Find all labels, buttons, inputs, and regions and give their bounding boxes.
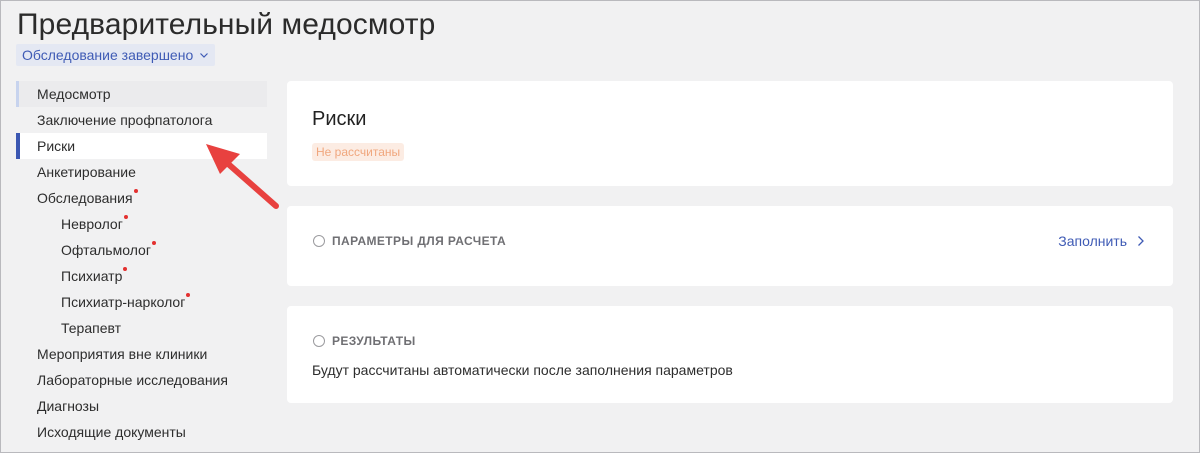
fill-link-label: Заполнить (1058, 233, 1127, 249)
fill-params-link[interactable]: Заполнить (1058, 233, 1145, 249)
sidebar-item-diagnoses[interactable]: Диагнозы (16, 393, 267, 419)
params-heading-row: ПАРАМЕТРЫ ДЛЯ РАСЧЕТА (313, 234, 506, 248)
alert-dot (186, 293, 191, 297)
status-circle-icon (313, 235, 325, 247)
sidebar-item-outgoing-docs[interactable]: Исходящие документы (16, 419, 267, 445)
alert-dot (151, 241, 156, 245)
status-circle-icon (313, 335, 325, 347)
sidebar-item-label: Психиатр-нарколог (61, 294, 186, 310)
status-badge: Не рассчитаны (312, 143, 405, 161)
sidebar-item-label: Лабораторные исследования (37, 372, 228, 388)
sidebar-item-label: Обследования (37, 190, 133, 206)
annotation-arrow-icon (206, 144, 279, 209)
sidebar-item-label: Офтальмолог (61, 242, 151, 258)
chevron-right-icon (1138, 236, 1144, 246)
alert-dot (133, 189, 138, 193)
sidebar-item-label: Риски (37, 138, 76, 154)
results-heading: РЕЗУЛЬТАТЫ (332, 334, 416, 348)
sidebar-nav: Медосмотр Заключение профпатолога Риски … (16, 81, 267, 445)
risks-card: Риски Не рассчитаны (287, 81, 1173, 186)
sidebar-item-ophthalmologist[interactable]: Офтальмолог (16, 237, 267, 263)
status-label: Обследование завершено (22, 47, 194, 63)
sidebar-item-label: Мероприятия вне клиники (37, 346, 208, 362)
alert-dot (123, 215, 128, 219)
sidebar-item-medosmotr[interactable]: Медосмотр (16, 81, 267, 107)
sidebar-item-therapist[interactable]: Терапевт (16, 315, 267, 341)
sidebar-item-label: Невролог (61, 216, 123, 232)
sidebar-item-label: Заключение профпатолога (37, 112, 213, 128)
sidebar-item-label: Медосмотр (37, 86, 111, 102)
chevron-down-icon (200, 53, 209, 58)
sidebar-item-label: Исходящие документы (37, 424, 186, 440)
status-dropdown[interactable]: Обследование завершено (16, 44, 216, 66)
sidebar-item-label: Терапевт (61, 320, 122, 336)
page-title: Предварительный медосмотр (17, 8, 436, 41)
sidebar-item-label: Анкетирование (37, 164, 136, 180)
sidebar-item-lab-tests[interactable]: Лабораторные исследования (16, 367, 267, 393)
sidebar-item-conclusion[interactable]: Заключение профпатолога (16, 107, 267, 133)
sidebar-item-label: Психиатр (61, 268, 123, 284)
sidebar-item-label: Диагнозы (37, 398, 100, 414)
sidebar-item-narcologist[interactable]: Психиатр-нарколог (16, 289, 267, 315)
params-card: ПАРАМЕТРЫ ДЛЯ РАСЧЕТА Заполнить (287, 206, 1173, 286)
sidebar-item-psychiatrist[interactable]: Психиатр (16, 263, 267, 289)
results-description: Будут рассчитаны автоматически после зап… (312, 362, 733, 378)
alert-dot (123, 267, 128, 271)
results-heading-row: РЕЗУЛЬТАТЫ (313, 334, 416, 348)
risks-title: Риски (312, 108, 367, 130)
params-heading: ПАРАМЕТРЫ ДЛЯ РАСЧЕТА (332, 234, 507, 248)
sidebar-item-offsite-events[interactable]: Мероприятия вне клиники (16, 341, 267, 367)
results-card: РЕЗУЛЬТАТЫ Будут рассчитаны автоматическ… (287, 306, 1173, 403)
